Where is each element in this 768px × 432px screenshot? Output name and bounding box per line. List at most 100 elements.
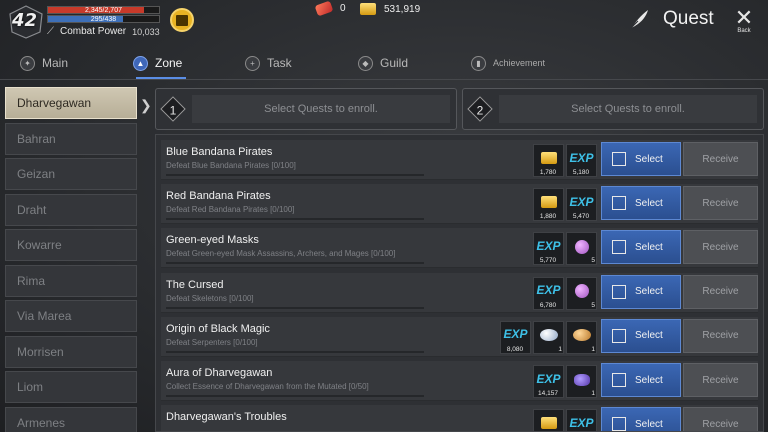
exp-icon: EXP xyxy=(536,238,561,253)
exp-icon: EXP xyxy=(536,283,561,298)
exp-icon: EXP xyxy=(569,150,594,165)
reward-item[interactable]: EXP 6,780 xyxy=(533,276,564,310)
quest-progress-bar xyxy=(166,306,424,309)
quest-row: Green-eyed Masks Defeat Green-eyed Mask A… xyxy=(161,228,758,269)
exp-icon: EXP xyxy=(569,194,594,209)
select-button[interactable]: Select xyxy=(601,186,681,221)
shell-cluster-icon xyxy=(572,328,591,341)
trophy-icon: ▮ xyxy=(471,55,486,71)
quest-description: Collect Essence of Dharvegawan from the … xyxy=(166,382,369,391)
tab-task[interactable]: + Task xyxy=(245,50,292,76)
reward-item[interactable]: 1 xyxy=(566,365,597,398)
zone-item-dharvegawan[interactable]: Dharvegawan xyxy=(5,87,137,119)
reward-item[interactable]: 1 xyxy=(533,320,564,354)
reward-quantity: 1,880 xyxy=(539,213,557,221)
gold-icon xyxy=(360,3,376,15)
purple-orb-icon xyxy=(574,284,589,299)
tab-label: Main xyxy=(42,56,69,70)
receive-button[interactable]: Receive xyxy=(683,186,758,221)
select-button[interactable]: Select xyxy=(601,363,681,397)
quest-title: Aura of Dharvegawan xyxy=(166,367,273,379)
select-button[interactable]: Select xyxy=(601,318,681,353)
reward-item[interactable]: 1,780 xyxy=(533,144,564,177)
slot-placeholder: Select Quests to enroll. xyxy=(192,95,450,123)
quest-progress-bar xyxy=(166,395,424,397)
reward-item[interactable]: 1 xyxy=(566,320,597,354)
slot-number: 1 xyxy=(169,103,177,118)
reward-item[interactable]: EXP 5,470 xyxy=(566,188,597,222)
zone-item-liom[interactable]: Liom xyxy=(5,371,137,403)
reward-item[interactable]: EXP 5,180 xyxy=(566,144,597,177)
reward-quantity: 1,780 xyxy=(539,169,557,176)
compass-icon: ✦ xyxy=(20,55,35,71)
receive-button[interactable]: Receive xyxy=(683,407,758,431)
gold-count: 531,919 xyxy=(384,3,421,15)
zone-item-geizan[interactable]: Geizan xyxy=(5,158,137,190)
receive-button[interactable]: Receive xyxy=(683,230,758,265)
select-button[interactable]: Select xyxy=(601,274,681,309)
reward-quantity: 5,770 xyxy=(539,257,557,265)
crystal-icon xyxy=(573,373,590,386)
quest-title: Red Bandana Pirates xyxy=(166,190,271,203)
select-button[interactable]: Select xyxy=(601,142,681,176)
select-label: Select xyxy=(635,241,663,253)
tab-guild[interactable]: ◆ Guild xyxy=(358,50,408,76)
sword-icon: ⟋ xyxy=(47,26,54,37)
divider xyxy=(0,79,768,80)
quest-title: Dharvegawan's Troubles xyxy=(166,411,287,424)
zone-item-via-marea[interactable]: Via Marea xyxy=(5,300,137,332)
select-button[interactable]: Select xyxy=(601,230,681,265)
hp-bar: 2,345/2,707 xyxy=(47,6,160,14)
red-gem-currency: 0 xyxy=(314,0,346,17)
chevron-right-icon: ❯ xyxy=(140,97,152,113)
gift-button[interactable] xyxy=(170,8,194,32)
slot-number-badge: 1 xyxy=(160,96,186,122)
slot-placeholder: Select Quests to enroll. xyxy=(499,95,757,123)
select-button[interactable]: Select xyxy=(601,407,681,431)
reward-item[interactable]: 1,880 xyxy=(533,188,564,222)
quest-row: Blue Bandana Pirates Defeat Blue Bandana … xyxy=(161,140,758,180)
reward-item[interactable]: EXP 8,080 xyxy=(500,320,531,354)
zone-item-morrisen[interactable]: Morrisen xyxy=(5,335,137,368)
receive-button[interactable]: Receive xyxy=(683,363,758,397)
quest-progress-bar xyxy=(166,174,424,176)
reward-item[interactable]: 5 xyxy=(566,232,597,266)
checkbox-icon xyxy=(612,373,626,387)
checkbox-icon xyxy=(612,240,626,255)
red-gem-count: 0 xyxy=(340,3,346,14)
tab-zone[interactable]: ▲ Zone xyxy=(133,50,182,76)
reward-item[interactable] xyxy=(533,409,564,431)
quest-slot-1[interactable]: 1 Select Quests to enroll. xyxy=(155,88,457,130)
receive-button[interactable]: Receive xyxy=(683,318,758,353)
checkbox-icon xyxy=(612,417,626,431)
mp-text: 295/438 xyxy=(90,16,117,23)
combat-power-value: 10,033 xyxy=(132,26,160,37)
close-icon: ✕ xyxy=(734,5,754,30)
reward-item[interactable]: EXP 5,770 xyxy=(533,232,564,266)
reward-item[interactable]: EXP xyxy=(566,409,597,431)
quest-description: Defeat Green-eyed Mask Assassins, Archer… xyxy=(166,249,396,259)
quest-slot-2[interactable]: 2 Select Quests to enroll. xyxy=(462,88,764,130)
zone-item-kowarre[interactable]: Kowarre xyxy=(5,229,137,261)
back-button[interactable]: ✕ Back xyxy=(732,5,756,35)
quill-icon xyxy=(630,10,648,29)
purple-orb-icon xyxy=(574,239,589,254)
zone-item-rima[interactable]: Rima xyxy=(5,264,137,297)
zone-item-bahran[interactable]: Bahran xyxy=(5,122,137,155)
zone-item-draht[interactable]: Draht xyxy=(5,193,137,226)
page-title: Quest xyxy=(663,8,714,29)
reward-item[interactable]: 5 xyxy=(566,276,597,310)
zone-item-armenes[interactable]: Armenes xyxy=(5,406,137,432)
hp-text: 2,345/2,707 xyxy=(85,7,122,14)
tab-achievement[interactable]: ▮ Achievement xyxy=(471,50,545,76)
slot-number-badge: 2 xyxy=(467,96,493,122)
quest-list: Blue Bandana Pirates Defeat Blue Bandana … xyxy=(155,134,764,432)
reward-item[interactable]: EXP 14,157 xyxy=(533,365,564,398)
select-label: Select xyxy=(635,286,663,298)
tab-main[interactable]: ✦ Main xyxy=(20,50,68,76)
quest-description: Defeat Skeletons [0/100] xyxy=(166,293,254,303)
quest-row: Dharvegawan's Troubles EXP Select Receive xyxy=(161,405,758,431)
receive-button[interactable]: Receive xyxy=(683,142,758,176)
receive-button[interactable]: Receive xyxy=(683,274,758,309)
reward-quantity: 6,780 xyxy=(539,301,557,309)
